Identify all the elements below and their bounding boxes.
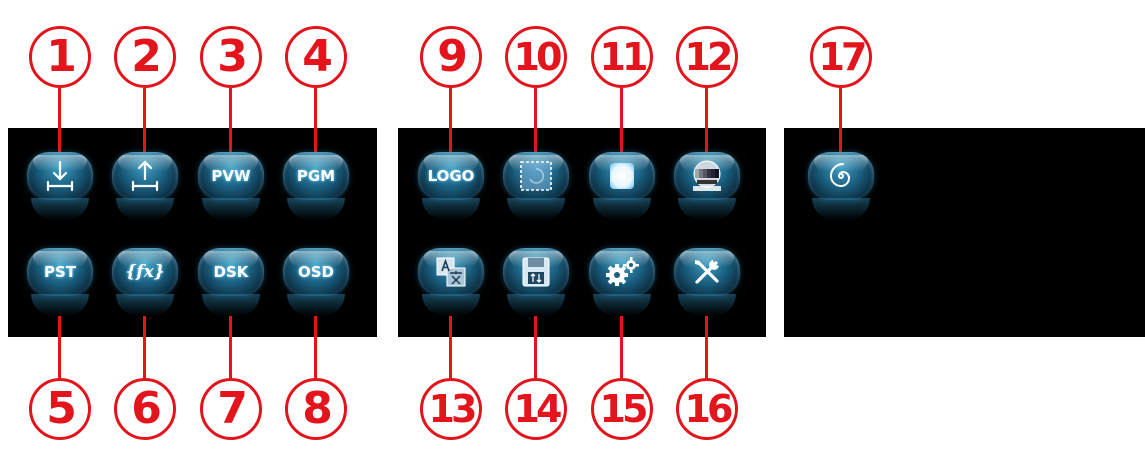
callout-5: 5	[29, 378, 91, 440]
frame-button[interactable]	[503, 152, 569, 222]
test-pattern-button[interactable]	[674, 152, 740, 222]
import-button[interactable]	[27, 152, 93, 222]
spiral-button[interactable]	[808, 152, 874, 222]
logo-label: LOGO	[427, 167, 475, 185]
callout-7: 7	[200, 378, 262, 440]
export-icon	[131, 160, 159, 192]
leader-line-3	[229, 88, 232, 152]
leader-line-6	[143, 316, 146, 386]
language-button[interactable]	[418, 248, 484, 318]
callout-10: 10	[505, 26, 567, 88]
osd-label: OSD	[297, 263, 334, 281]
frame-icon	[520, 161, 552, 191]
leader-line-10	[534, 88, 537, 152]
test-pattern-icon	[693, 160, 721, 191]
leader-line-8	[314, 316, 317, 386]
fx-label: {fx}	[125, 262, 165, 282]
pst-label: PST	[43, 263, 77, 281]
callout-8: 8	[285, 378, 347, 440]
save-icon	[522, 257, 550, 287]
language-icon	[436, 257, 466, 287]
pgm-button[interactable]: PGM	[283, 152, 349, 222]
import-icon	[46, 160, 74, 192]
dsk-button[interactable]: DSK	[198, 248, 264, 318]
callout-6: 6	[114, 378, 176, 440]
callout-9: 9	[420, 26, 482, 88]
leader-line-2	[143, 88, 146, 152]
callout-14: 14	[505, 378, 567, 440]
callout-17: 17	[810, 26, 872, 88]
leader-line-14	[534, 316, 537, 386]
callout-13: 13	[420, 378, 482, 440]
export-button[interactable]	[112, 152, 178, 222]
pgm-label: PGM	[296, 167, 336, 185]
fx-button[interactable]: {fx}	[112, 248, 178, 318]
tools-icon	[695, 260, 719, 284]
callout-3: 3	[200, 26, 262, 88]
callout-2: 2	[114, 26, 176, 88]
pvw-label: PVW	[211, 167, 251, 185]
leader-line-4	[314, 88, 317, 152]
leader-line-5	[58, 316, 61, 386]
settings-button[interactable]	[589, 248, 655, 318]
save-button[interactable]	[503, 248, 569, 318]
leader-line-17	[839, 88, 842, 152]
osd-button[interactable]: OSD	[283, 248, 349, 318]
tools-button[interactable]	[674, 248, 740, 318]
callout-12: 12	[676, 26, 738, 88]
leader-line-13	[449, 316, 452, 386]
leader-line-9	[449, 88, 452, 152]
dsk-label: DSK	[213, 263, 249, 281]
callout-4: 4	[285, 26, 347, 88]
leader-line-11	[620, 88, 623, 152]
leader-line-12	[705, 88, 708, 152]
leader-line-16	[705, 316, 708, 386]
logo-button[interactable]: LOGO	[418, 152, 484, 222]
leader-line-7	[229, 316, 232, 386]
callout-16: 16	[676, 378, 738, 440]
spiral-icon	[829, 163, 851, 188]
callout-11: 11	[591, 26, 653, 88]
pst-button[interactable]: PST	[27, 248, 93, 318]
settings-icon	[606, 257, 639, 286]
glow-square-button[interactable]	[589, 152, 655, 222]
leader-line-15	[620, 316, 623, 386]
leader-line-1	[58, 88, 61, 152]
glow-square-icon	[610, 163, 634, 189]
callout-1: 1	[29, 26, 91, 88]
pvw-button[interactable]: PVW	[198, 152, 264, 222]
callout-15: 15	[591, 378, 653, 440]
